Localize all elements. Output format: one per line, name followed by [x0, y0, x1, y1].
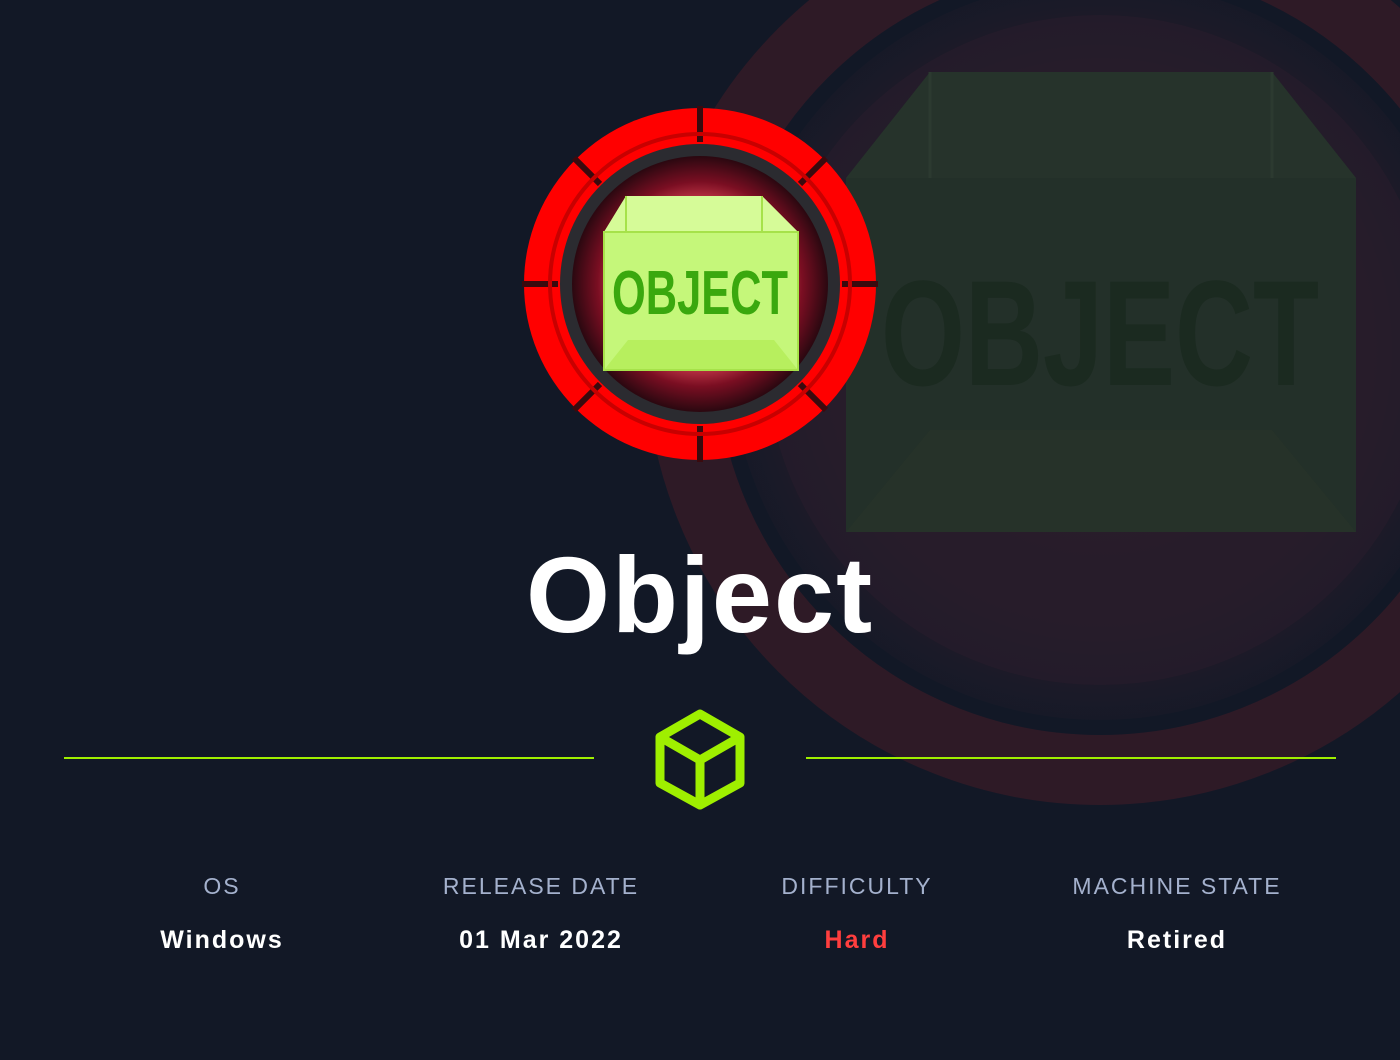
machine-stats: OS Windows RELEASE DATE 01 Mar 2022 DIFF…: [0, 870, 1400, 970]
svg-text:OBJECT: OBJECT: [881, 250, 1319, 418]
stat-machine-state: MACHINE STATE Retired: [1017, 870, 1337, 956]
badge-logo-text: OBJECT: [612, 260, 788, 328]
machine-name: Object: [525, 534, 875, 655]
stat-difficulty: DIFFICULTY Hard: [697, 870, 1017, 956]
machine-card: OBJECT OBJECT Object OS Windows RELEASE …: [0, 0, 1400, 1060]
stat-label: MACHINE STATE: [1072, 873, 1282, 899]
stat-os: OS Windows: [62, 870, 382, 956]
stat-label: OS: [203, 873, 241, 899]
stat-value: Hard: [824, 926, 890, 954]
machine-badge: OBJECT: [522, 106, 878, 462]
stat-value: Windows: [160, 926, 284, 954]
stat-value: 01 Mar 2022: [459, 926, 623, 954]
cube-icon: [655, 709, 745, 810]
stat-value: Retired: [1126, 926, 1228, 954]
stat-release-date: RELEASE DATE 01 Mar 2022: [381, 870, 701, 956]
divider-line-left: [64, 757, 594, 759]
stat-label: DIFFICULTY: [781, 873, 933, 899]
stat-label: RELEASE DATE: [442, 873, 640, 899]
divider-line-right: [806, 757, 1336, 759]
